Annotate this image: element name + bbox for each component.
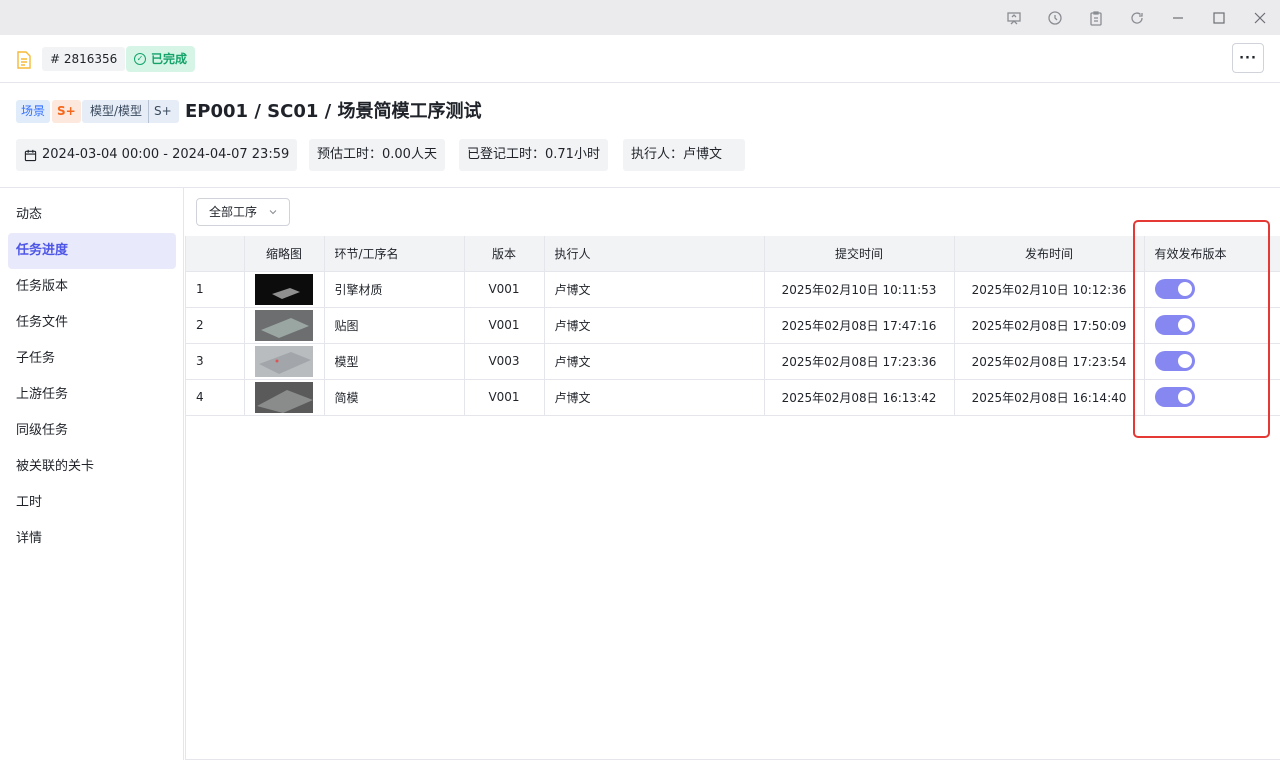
row-index: 4 (186, 379, 245, 416)
publish-time: 2025年02月10日 10:12:36 (954, 271, 1145, 308)
executor-name: 卢博文 (544, 271, 765, 308)
publish-time: 2025年02月08日 17:50:09 (954, 307, 1145, 344)
sidebar-item-worktime[interactable]: 工时 (8, 485, 176, 521)
col-executor: 执行人 (544, 236, 765, 272)
page-title: EP001 / SC01 / 场景简模工序测试 (185, 101, 482, 122)
filter-label: 全部工序 (209, 205, 258, 219)
sidebar-item-linked-gates[interactable]: 被关联的关卡 (8, 449, 176, 485)
sidebar-item-subtasks[interactable]: 子任务 (8, 341, 176, 377)
clipboard-icon[interactable] (1085, 7, 1107, 29)
chevron-down-icon (269, 210, 277, 215)
sidebar-item-details[interactable]: 详情 (8, 521, 176, 557)
version: V001 (464, 379, 545, 416)
process-name: 引擎材质 (324, 271, 465, 308)
sidebar-item-task-files[interactable]: 任务文件 (8, 305, 176, 341)
sidebar-item-upstream[interactable]: 上游任务 (8, 377, 176, 413)
col-publish-time: 发布时间 (954, 236, 1145, 272)
valid-version-cell (1144, 343, 1280, 380)
divider (0, 187, 1280, 188)
valid-version-toggle[interactable] (1154, 279, 1195, 299)
sidebar-item-activity[interactable]: 动态 (8, 197, 176, 233)
valid-version-cell (1144, 271, 1280, 308)
table-row[interactable]: 1 引擎材质 V001 卢博文 2025年02月10日 10:11:53 202… (186, 271, 1280, 308)
valid-version-cell (1144, 379, 1280, 416)
thumbnail[interactable] (244, 307, 325, 344)
close-icon[interactable] (1249, 7, 1271, 29)
executor-name: 卢博文 (544, 379, 765, 416)
progress-table: 缩略图 环节/工序名 版本 执行人 提交时间 发布时间 有效发布版本 1 引擎材… (185, 236, 1280, 760)
col-process-name: 环节/工序名 (324, 236, 465, 272)
tag-model-grade: S+ (154, 104, 172, 118)
sidebar-item-sibling[interactable]: 同级任务 (8, 413, 176, 449)
process-filter-dropdown[interactable]: 全部工序 (196, 198, 290, 226)
task-id[interactable]: # 2816356 (42, 47, 126, 71)
thumbnail[interactable] (244, 271, 325, 308)
sidebar: 动态 任务进度 任务版本 任务文件 子任务 上游任务 同级任务 被关联的关卡 工… (0, 188, 184, 760)
col-valid-version: 有效发布版本 (1144, 236, 1280, 272)
process-name: 贴图 (324, 307, 465, 344)
valid-version-toggle[interactable] (1154, 387, 1195, 407)
tag-model: 模型/模型 S+ (82, 100, 179, 123)
submit-time: 2025年02月08日 16:13:42 (764, 379, 955, 416)
submit-time: 2025年02月08日 17:23:36 (764, 343, 955, 380)
col-thumbnail: 缩略图 (244, 236, 325, 272)
more-button[interactable]: ··· (1232, 43, 1264, 73)
date-range: 2024-03-04 00:00 - 2024-04-07 23:59 (42, 147, 290, 162)
thumbnail-image (254, 273, 313, 305)
status-label: 已完成 (151, 52, 188, 66)
tag-model-name: 模型/模型 (82, 100, 150, 123)
publish-time: 2025年02月08日 16:14:40 (954, 379, 1145, 416)
table-header-row: 缩略图 环节/工序名 版本 执行人 提交时间 发布时间 有效发布版本 (186, 236, 1280, 272)
presentation-icon[interactable] (1003, 7, 1025, 29)
date-range-chip: 2024-03-04 00:00 - 2024-04-07 23:59 (16, 139, 298, 171)
row-index: 1 (186, 271, 245, 308)
document-icon (16, 51, 32, 69)
maximize-icon[interactable] (1208, 7, 1230, 29)
check-circle-icon: ✓ (134, 53, 146, 65)
logged-hours: 已登记工时：0.71小时 (459, 139, 608, 171)
row-index: 3 (186, 343, 245, 380)
col-version: 版本 (464, 236, 545, 272)
tag-grade: S+ (52, 100, 81, 123)
history-icon[interactable] (1044, 7, 1066, 29)
tag-scene: 场景 (16, 100, 51, 123)
window-title-bar (0, 0, 1280, 35)
refresh-icon[interactable] (1126, 7, 1148, 29)
executor: 执行人：卢博文 (623, 139, 745, 171)
row-index: 2 (186, 307, 245, 344)
valid-version-toggle[interactable] (1154, 351, 1195, 371)
submit-time: 2025年02月08日 17:47:16 (764, 307, 955, 344)
valid-version-cell (1144, 307, 1280, 344)
thumbnail-image (254, 345, 313, 377)
table-row[interactable]: 2 贴图 V001 卢博文 2025年02月08日 17:47:16 2025年… (186, 307, 1280, 344)
version: V003 (464, 343, 545, 380)
thumbnail[interactable] (244, 343, 325, 380)
col-submit-time: 提交时间 (764, 236, 955, 272)
thumbnail[interactable] (244, 379, 325, 416)
status-badge: ✓ 已完成 (126, 46, 196, 72)
executor-name: 卢博文 (544, 343, 765, 380)
executor-name: 卢博文 (544, 307, 765, 344)
valid-version-toggle[interactable] (1154, 315, 1195, 335)
sidebar-item-task-versions[interactable]: 任务版本 (8, 269, 176, 305)
minimize-icon[interactable] (1167, 7, 1189, 29)
table-row[interactable]: 4 简模 V001 卢博文 2025年02月08日 16:13:42 2025年… (186, 379, 1280, 416)
task-header: # 2816356 ✓ 已完成 ··· (0, 35, 1280, 83)
publish-time: 2025年02月08日 17:23:54 (954, 343, 1145, 380)
version: V001 (464, 271, 545, 308)
thumbnail-image (254, 381, 313, 413)
process-name: 模型 (324, 343, 465, 380)
submit-time: 2025年02月10日 10:11:53 (764, 271, 955, 308)
calendar-icon (24, 149, 37, 161)
process-name: 简模 (324, 379, 465, 416)
table-row[interactable]: 3 模型 V003 卢博文 2025年02月08日 17:23:36 2025年… (186, 343, 1280, 380)
thumbnail-image (254, 309, 313, 341)
version: V001 (464, 307, 545, 344)
estimated-hours: 预估工时：0.00人天 (309, 139, 445, 171)
sidebar-item-task-progress[interactable]: 任务进度 (8, 233, 176, 269)
col-index (186, 236, 245, 272)
